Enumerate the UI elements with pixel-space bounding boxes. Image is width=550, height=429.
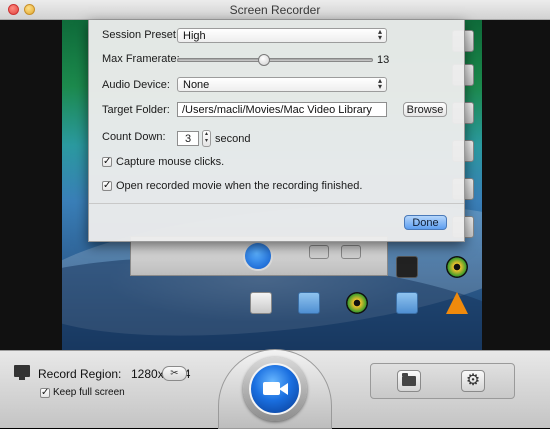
sheet-divider bbox=[89, 203, 464, 204]
tool-panel: ⚙ bbox=[370, 363, 515, 399]
mini-recorder-preview bbox=[130, 236, 388, 276]
record-button[interactable] bbox=[249, 363, 301, 415]
desktop-folder-icon bbox=[396, 292, 418, 314]
audio-device-value: None bbox=[183, 79, 210, 91]
record-region-label: Record Region: bbox=[38, 367, 122, 381]
select-region-button[interactable]: ✂ bbox=[162, 366, 187, 381]
monitor-icon bbox=[14, 365, 30, 380]
video-camera-lens-icon bbox=[279, 383, 288, 395]
session-preset-label: Session Preset: bbox=[102, 29, 180, 41]
open-folder-button[interactable] bbox=[397, 370, 421, 392]
capture-mouse-label: Capture mouse clicks. bbox=[116, 156, 225, 168]
slider-knob[interactable] bbox=[258, 54, 270, 66]
popup-arrows-icon: ▴ ▾ bbox=[377, 27, 382, 42]
browse-button[interactable]: Browse bbox=[403, 102, 447, 117]
target-folder-label: Target Folder: bbox=[102, 104, 170, 116]
count-down-unit: second bbox=[215, 133, 251, 145]
gear-icon: ⚙ bbox=[465, 372, 481, 389]
title-bar: Screen Recorder bbox=[0, 0, 550, 20]
preview-right-margin bbox=[482, 20, 550, 350]
desktop-folder-icon bbox=[298, 292, 320, 314]
max-framerate-value: 13 bbox=[377, 54, 390, 66]
count-down-field[interactable]: 3 bbox=[177, 131, 199, 146]
folder-icon bbox=[402, 373, 416, 386]
vlc-icon bbox=[446, 292, 468, 314]
done-button[interactable]: Done bbox=[404, 215, 447, 230]
session-preset-value: High bbox=[183, 30, 206, 42]
desktop-video-thumbnail bbox=[396, 256, 418, 278]
keep-full-screen-label: Keep full screen bbox=[53, 387, 125, 398]
settings-sheet: Session Preset: High ▴ ▾ Max Framerate: 1… bbox=[88, 20, 465, 242]
popup-arrows-icon: ▴ ▾ bbox=[377, 76, 382, 91]
audio-device-select[interactable]: None ▴ ▾ bbox=[177, 77, 387, 92]
recorder-control-bar: Record Region: 1280x1024 ✂ ✓ Keep full s… bbox=[0, 349, 550, 429]
settings-button[interactable]: ⚙ bbox=[461, 370, 485, 392]
open-movie-label: Open recorded movie when the recording f… bbox=[116, 180, 363, 192]
dvd-ripper-icon bbox=[346, 292, 368, 314]
keep-full-screen-checkbox[interactable]: ✓ bbox=[40, 388, 50, 398]
open-movie-checkbox[interactable]: ✓ bbox=[102, 181, 112, 191]
session-preset-select[interactable]: High ▴ ▾ bbox=[177, 28, 387, 43]
count-down-stepper[interactable]: ▴ ▾ bbox=[202, 130, 211, 147]
window-title: Screen Recorder bbox=[229, 3, 321, 17]
desktop-file-icon bbox=[250, 292, 272, 314]
target-folder-field[interactable]: /Users/macli/Movies/Mac Video Library bbox=[177, 102, 387, 117]
scissors-icon: ✂ bbox=[170, 368, 179, 379]
mini-record-button bbox=[243, 241, 273, 271]
capture-mouse-checkbox[interactable]: ✓ bbox=[102, 157, 112, 167]
preview-left-margin bbox=[0, 20, 62, 350]
video-camera-icon bbox=[263, 382, 280, 395]
count-down-label: Count Down: bbox=[102, 131, 166, 143]
mini-gear-icon bbox=[341, 245, 361, 259]
max-framerate-label: Max Framerate: bbox=[102, 53, 180, 65]
mini-folder-icon bbox=[309, 245, 329, 259]
max-framerate-slider[interactable] bbox=[177, 54, 373, 66]
audio-device-label: Audio Device: bbox=[102, 79, 170, 91]
dvd-ripper-icon bbox=[446, 256, 468, 278]
